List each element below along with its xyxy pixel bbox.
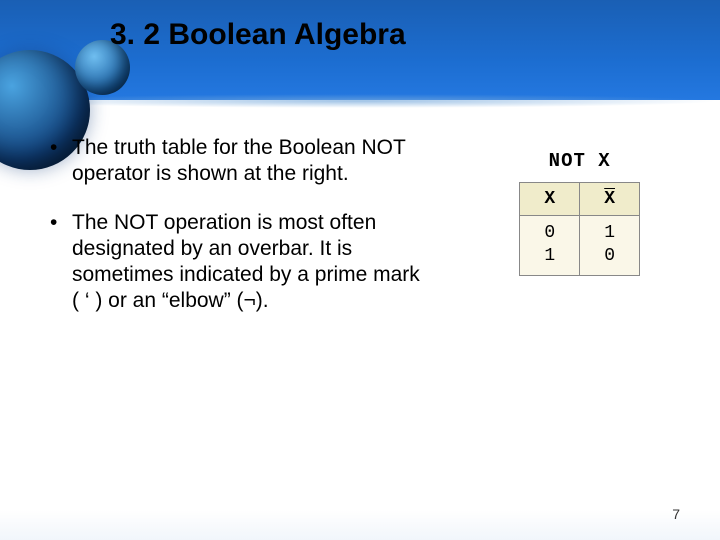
bullet-item: • The NOT operation is most often design… bbox=[50, 210, 420, 315]
bullet-list: • The truth table for the Boolean NOT op… bbox=[50, 135, 420, 315]
caption-variable: X bbox=[598, 150, 610, 172]
bullet-text: The NOT operation is most often designat… bbox=[72, 210, 420, 315]
bullet-item: • The truth table for the Boolean NOT op… bbox=[50, 135, 420, 188]
header-x: X bbox=[520, 183, 580, 216]
cell-value: 1 bbox=[604, 223, 615, 243]
cell-value: 0 bbox=[604, 246, 615, 266]
header-x-bar: X bbox=[580, 183, 640, 216]
bullet-dot-icon: • bbox=[50, 135, 72, 188]
bottom-gradient bbox=[0, 510, 720, 540]
cell-xbar-values: 1 0 bbox=[580, 216, 640, 276]
table-data-row: 0 1 1 0 bbox=[520, 216, 640, 276]
bullet-dot-icon: • bbox=[50, 210, 72, 315]
truth-table-caption: NOT X bbox=[519, 150, 640, 172]
truth-table-container: NOT X X X 0 1 1 0 bbox=[519, 150, 640, 276]
page-number: 7 bbox=[672, 506, 680, 522]
overbar-x: X bbox=[604, 189, 615, 209]
caption-prefix: NOT bbox=[549, 150, 586, 172]
cell-value: 0 bbox=[544, 223, 555, 243]
table-header-row: X X bbox=[520, 183, 640, 216]
truth-table: X X 0 1 1 0 bbox=[519, 182, 640, 276]
cell-value: 1 bbox=[544, 246, 555, 266]
bullet-text: The truth table for the Boolean NOT oper… bbox=[72, 135, 420, 188]
slide-title: 3. 2 Boolean Algebra bbox=[110, 18, 406, 52]
cell-x-values: 0 1 bbox=[520, 216, 580, 276]
